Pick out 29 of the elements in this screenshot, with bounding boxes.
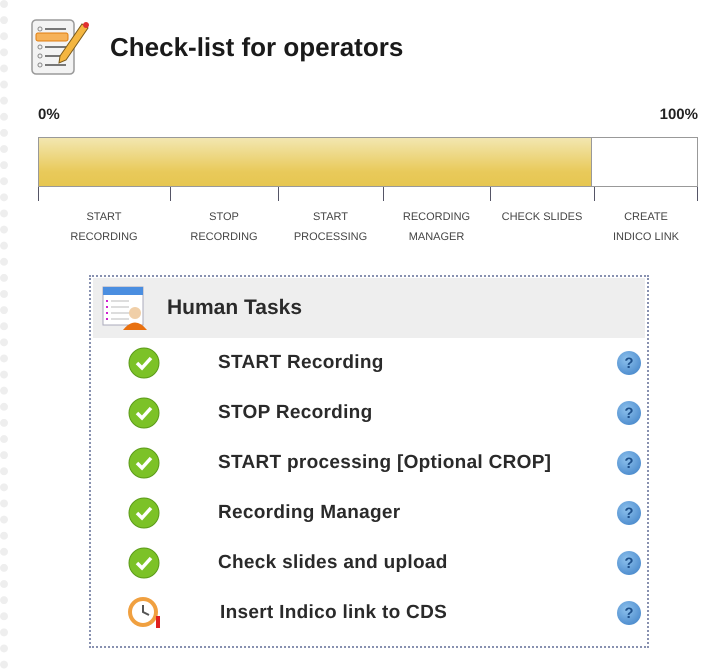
- task-label: Check slides and upload: [218, 552, 449, 574]
- stage-label: START PROCESSING: [292, 210, 368, 245]
- help-icon[interactable]: ?: [617, 501, 641, 525]
- help-icon[interactable]: ?: [617, 401, 641, 425]
- stage-label: START RECORDING: [69, 210, 139, 245]
- task-label: Insert Indico link to CDS: [220, 602, 448, 624]
- max-label: 100%: [660, 106, 698, 123]
- check-icon: [128, 397, 160, 429]
- help-icon[interactable]: ?: [617, 551, 641, 575]
- panel-title: Human Tasks: [167, 296, 302, 320]
- stage-label: RECORDING MANAGER: [402, 210, 472, 245]
- stage-label: CREATE INDICO LINK: [612, 210, 680, 245]
- help-icon[interactable]: ?: [617, 451, 641, 475]
- page-title: Check-list for operators: [110, 32, 404, 62]
- min-label: 0%: [38, 106, 60, 123]
- task-label: STOP Recording: [218, 402, 374, 424]
- person-list-icon: [101, 285, 147, 331]
- stage-label: STOP RECORDING: [189, 210, 259, 245]
- help-icon[interactable]: ?: [617, 601, 641, 625]
- check-icon: [128, 347, 160, 379]
- task-label: Recording Manager: [218, 502, 402, 524]
- task-label: START processing [Optional CROP]: [218, 452, 552, 474]
- check-icon: [128, 547, 160, 579]
- clock-icon: [128, 596, 162, 630]
- task-label: START Recording: [218, 352, 385, 374]
- check-icon: [128, 497, 160, 529]
- help-icon[interactable]: ?: [617, 351, 641, 375]
- stage-label: CHECK SLIDES: [502, 210, 582, 225]
- check-icon: [128, 447, 160, 479]
